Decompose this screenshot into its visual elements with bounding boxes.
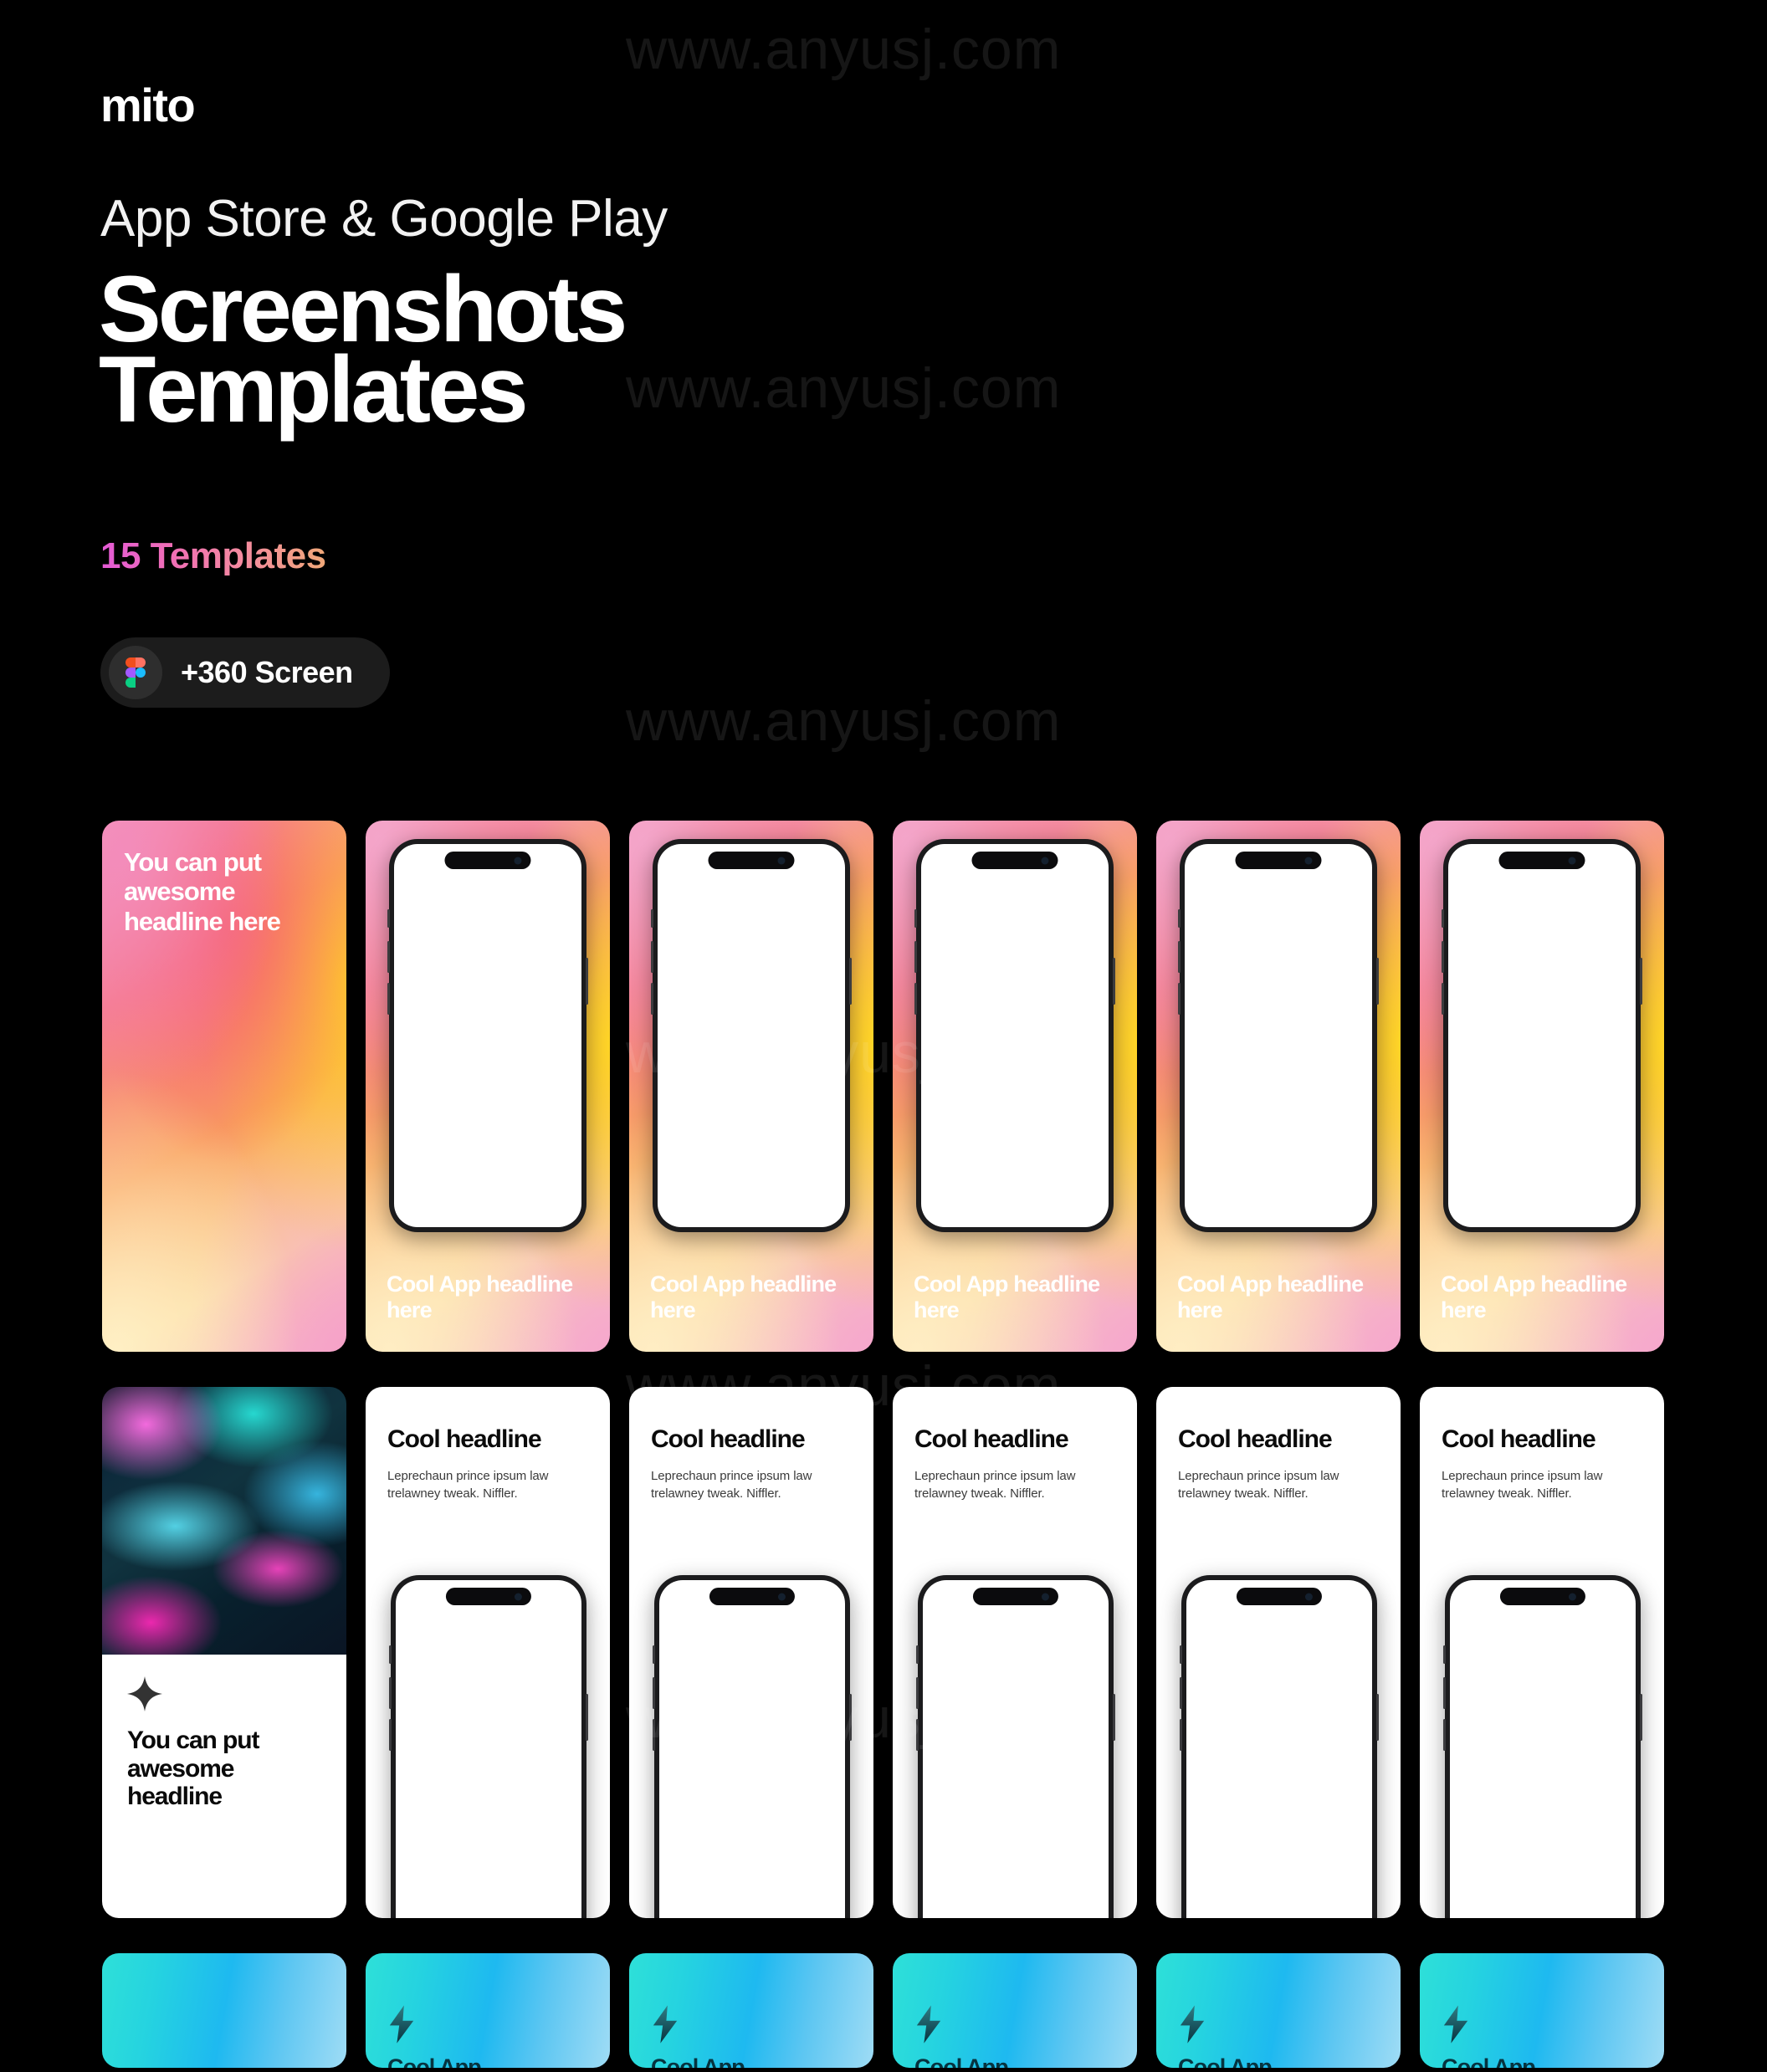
dynamic-island [708,852,795,869]
template-card[interactable]: Cool App headline here [366,821,610,1352]
template-card[interactable]: Cool App headline here [1156,821,1401,1352]
card-headline: You can put awesome headline [127,1727,259,1811]
phone-mockup [389,1575,588,1918]
brand-logo: mito [100,79,196,131]
card-body-text: Leprechaun prince ipsum law trelawney tw… [1178,1469,1339,1502]
dynamic-island [1498,852,1585,869]
template-card[interactable]: Cool headline Leprechaun prince ipsum la… [629,1387,873,1918]
card-caption: Cool App [387,2054,482,2068]
template-grid: You can put awesome headline here Cool A… [102,821,1665,2072]
dynamic-island [1235,852,1322,869]
card-caption: Cool App headline here [1441,1271,1627,1322]
figma-badge-label: +360 Screen [181,655,353,689]
card-caption: Cool App [1178,2054,1273,2068]
template-card[interactable] [102,1953,346,2068]
dynamic-island [444,852,531,869]
template-row-3: Cool App Cool App Cool App Cool App Cool… [102,1953,1665,2068]
card-caption: Cool App headline here [914,1271,1100,1322]
template-row-1: You can put awesome headline here Cool A… [102,821,1665,1352]
card-caption: Cool App headline here [650,1271,837,1322]
template-card[interactable]: You can put awesome headline [102,1387,346,1918]
dynamic-island [1236,1588,1323,1605]
bolt-icon [1180,2005,1205,2044]
phone-mockup [1443,1575,1642,1918]
template-card[interactable]: Cool App [366,1953,610,2068]
watermark-text: www.anyusj.com [626,356,1062,420]
card-caption: Cool App [651,2054,745,2068]
template-card[interactable]: Cool App headline here [1420,821,1664,1352]
page-eyebrow: App Store & Google Play [100,190,668,248]
card-headline: Cool headline [651,1425,806,1453]
page-title: Screenshots Templates [99,262,627,443]
card-body-text: Leprechaun prince ipsum law trelawney tw… [914,1469,1076,1502]
card-headline: Cool headline [914,1425,1069,1453]
phone-mockup [387,839,588,1232]
sparkle-icon [127,1676,162,1711]
phone-mockup [916,1575,1115,1918]
card-caption: Cool App headline here [1177,1271,1364,1322]
card-headline: Cool headline [387,1425,542,1453]
bolt-icon [916,2005,941,2044]
template-row-2: You can put awesome headline Cool headli… [102,1387,1665,1918]
phone-mockup [914,839,1115,1232]
card-body-text: Leprechaun prince ipsum law trelawney tw… [387,1469,549,1502]
page-title-line-2: Templates [99,337,529,443]
phone-mockup [1178,839,1379,1232]
template-card[interactable]: Cool headline Leprechaun prince ipsum la… [1420,1387,1664,1918]
template-card[interactable]: Cool App [1156,1953,1401,2068]
dynamic-island [1499,1588,1586,1605]
card-body-text: Leprechaun prince ipsum law trelawney tw… [1442,1469,1603,1502]
card-headline: Cool headline [1178,1425,1333,1453]
phone-mockup [651,839,852,1232]
card-caption: Cool App [1442,2054,1536,2068]
bolt-icon [389,2005,414,2044]
template-card[interactable]: Cool App [629,1953,873,2068]
holographic-image [102,1387,346,1655]
card-caption: Cool App headline here [387,1271,573,1322]
card-body-text: Leprechaun prince ipsum law trelawney tw… [651,1469,812,1502]
dynamic-island [972,1588,1059,1605]
template-card[interactable]: Cool headline Leprechaun prince ipsum la… [1156,1387,1401,1918]
figma-screens-badge[interactable]: +360 Screen [100,637,390,708]
template-card[interactable]: Cool App headline here [893,821,1137,1352]
template-count: 15 Templates [100,535,326,576]
template-card[interactable]: You can put awesome headline here [102,821,346,1352]
figma-icon [109,646,162,699]
watermark-text: www.anyusj.com [626,689,1062,753]
card-headline: You can put awesome headline here [124,847,281,936]
template-card[interactable]: Cool App headline here [629,821,873,1352]
bolt-icon [653,2005,678,2044]
template-card[interactable]: Cool App [893,1953,1137,2068]
template-card[interactable]: Cool App [1420,1953,1664,2068]
phone-mockup [1180,1575,1379,1918]
phone-mockup [653,1575,852,1918]
card-caption: Cool App [914,2054,1009,2068]
template-card[interactable]: Cool headline Leprechaun prince ipsum la… [366,1387,610,1918]
watermark-text: www.anyusj.com [626,18,1062,81]
card-headline: Cool headline [1442,1425,1596,1453]
dynamic-island [971,852,1058,869]
card-text-panel: You can put awesome headline [102,1655,346,1918]
template-card[interactable]: Cool headline Leprechaun prince ipsum la… [893,1387,1137,1918]
dynamic-island [445,1588,532,1605]
phone-mockup [1442,839,1642,1232]
bolt-icon [1443,2005,1468,2044]
dynamic-island [709,1588,796,1605]
